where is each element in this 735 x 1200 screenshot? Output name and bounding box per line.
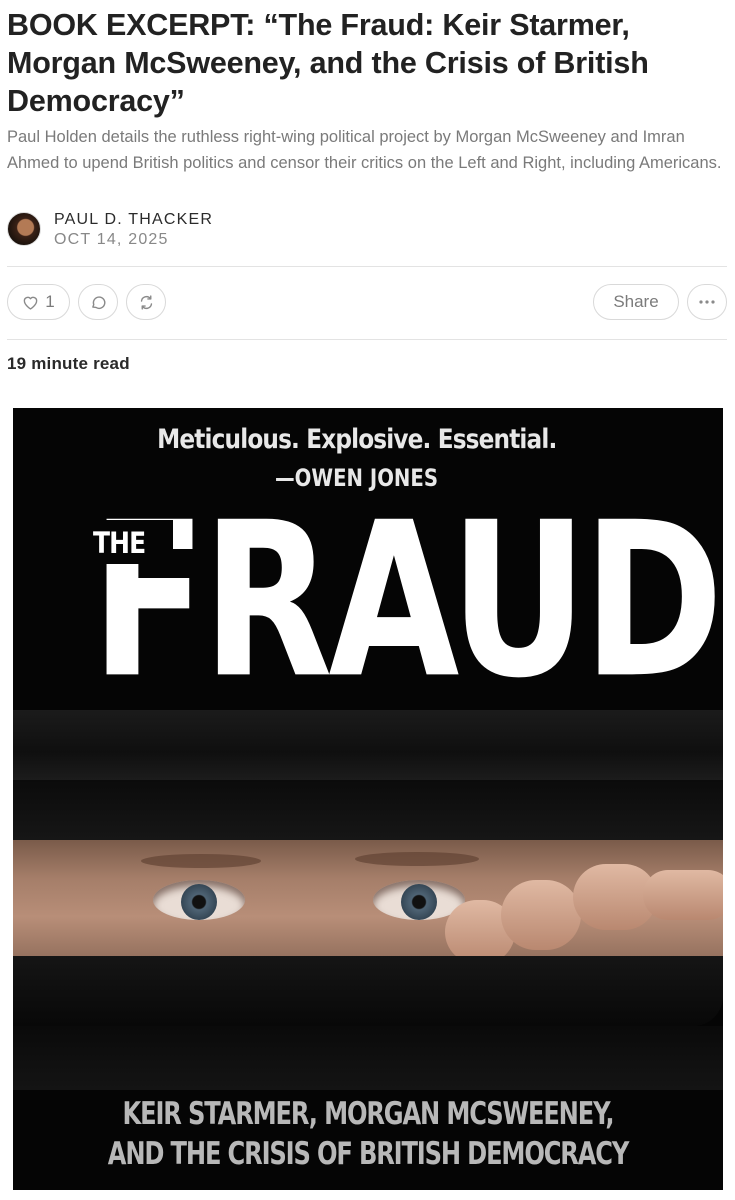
cover-face-photo bbox=[13, 840, 723, 968]
brow-left bbox=[141, 854, 261, 868]
cover-blurb: Meticulous. Explosive. Essential. bbox=[157, 424, 557, 455]
iris-left bbox=[181, 884, 217, 920]
book-cover-image[interactable]: Meticulous. Explosive. Essential. —OWEN … bbox=[13, 408, 723, 1190]
share-button[interactable]: Share bbox=[593, 284, 679, 320]
restack-icon bbox=[138, 294, 155, 311]
eye-left bbox=[153, 880, 245, 920]
article-subtitle: Paul Holden details the ruthless right-w… bbox=[7, 128, 722, 172]
heart-icon bbox=[22, 295, 39, 310]
author-name[interactable]: PAUL D. THACKER bbox=[54, 210, 213, 230]
divider-bottom bbox=[7, 339, 727, 340]
brow-right bbox=[355, 852, 479, 866]
like-button[interactable]: 1 bbox=[7, 284, 70, 320]
article-title: BOOK EXCERPT: “The Fraud: Keir Starmer, … bbox=[7, 8, 649, 118]
more-button[interactable] bbox=[687, 284, 727, 320]
divider-top bbox=[7, 266, 727, 267]
cover-subtitle: KEIR STARMER, MORGAN MCSWEENEY, AND THE … bbox=[13, 1094, 723, 1174]
more-icon bbox=[698, 299, 716, 305]
cover-title-large: FRAUD bbox=[91, 476, 723, 725]
finger bbox=[501, 880, 581, 950]
comment-button[interactable] bbox=[78, 284, 118, 320]
publish-date: OCT 14, 2025 bbox=[54, 231, 169, 248]
blind-slat bbox=[13, 956, 723, 1026]
cover-title-small: THE bbox=[93, 526, 146, 560]
blind-slat bbox=[13, 780, 723, 840]
cover-subtitle-line2: AND THE CRISIS OF BRITISH DEMOCRACY bbox=[107, 1136, 630, 1172]
author-avatar[interactable] bbox=[7, 212, 41, 246]
byline: PAUL D. THACKER OCT 14, 2025 bbox=[7, 210, 213, 250]
blind-slat bbox=[13, 710, 723, 780]
cover-subtitle-line1: KEIR STARMER, MORGAN MCSWEENEY, bbox=[122, 1096, 615, 1132]
read-time: 19 minute read bbox=[7, 354, 130, 373]
restack-button[interactable] bbox=[126, 284, 166, 320]
iris-right bbox=[401, 884, 437, 920]
finger bbox=[643, 870, 723, 920]
like-count: 1 bbox=[45, 292, 55, 311]
blind-slat bbox=[13, 1026, 723, 1090]
comment-icon bbox=[90, 294, 107, 311]
